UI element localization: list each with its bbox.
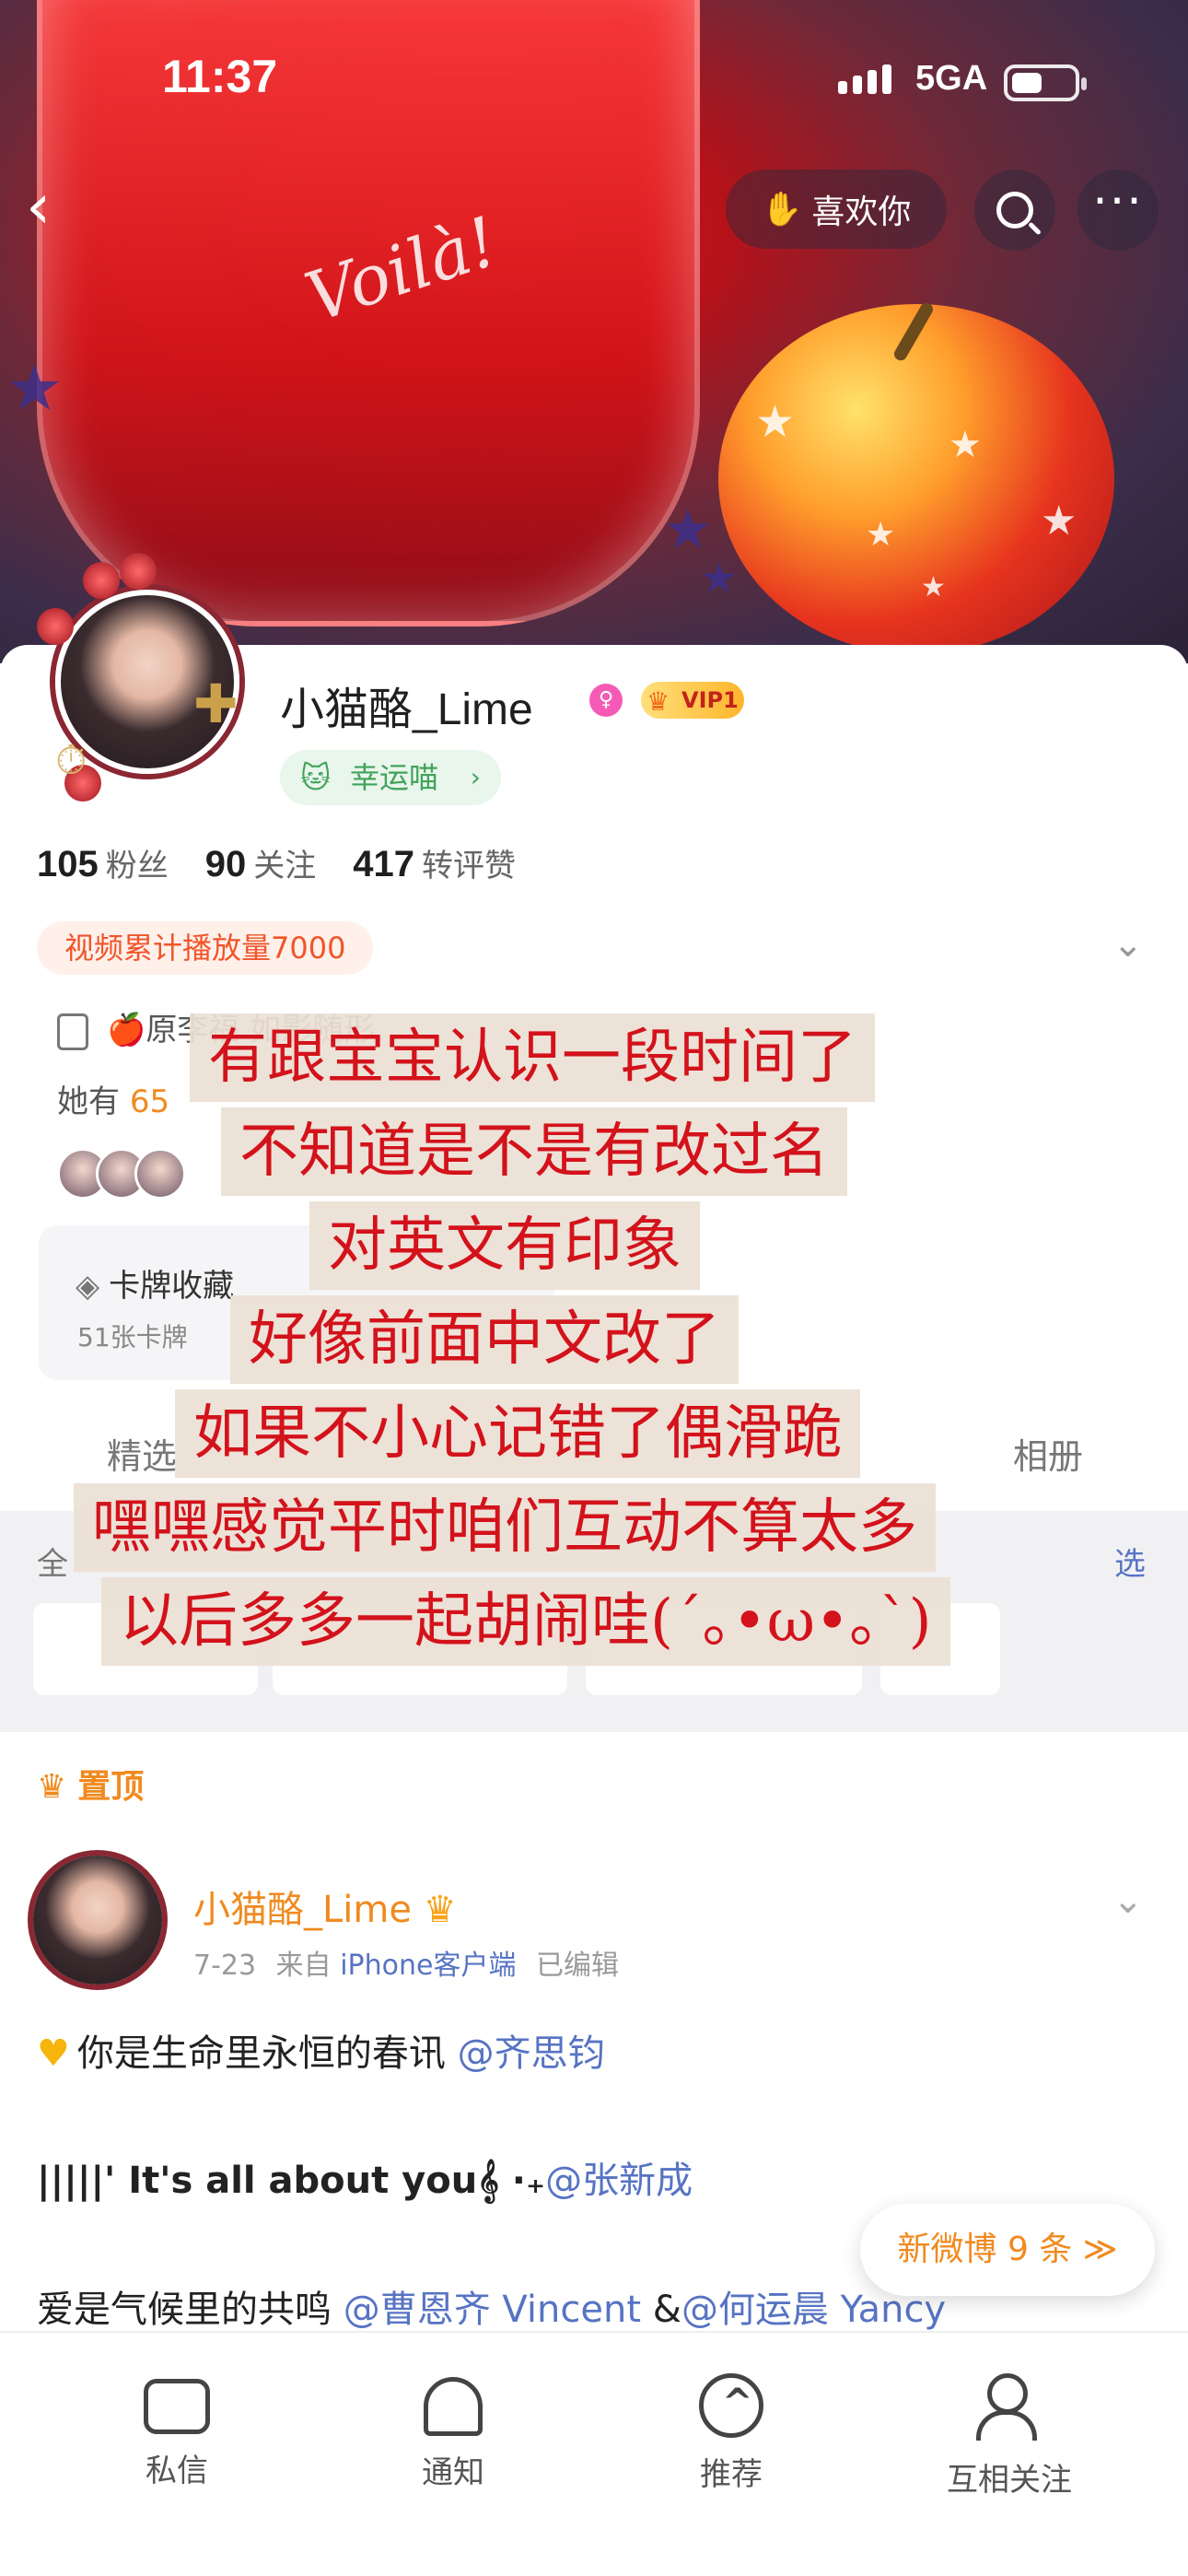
stat-number: 417 [353, 844, 414, 884]
pocket-watch-icon: ⏱ [55, 737, 87, 784]
cross-decoration: ✚ [193, 673, 239, 735]
nav-label: 推荐 [700, 2456, 763, 2493]
post-meta: 7-23 来自 iPhone客户端 已编辑 [193, 1942, 619, 1983]
stat-label: 粉丝 [105, 848, 169, 884]
post-line: ♥ 你是生命里永恒的春讯 @齐思钧 [37, 2023, 605, 2077]
cover-apple [718, 304, 1114, 654]
mention-link[interactable]: @张新成 [545, 2160, 693, 2202]
signal-icon [838, 64, 891, 94]
more-dots-icon: ··· [1092, 174, 1144, 229]
recommend-icon [699, 2373, 763, 2438]
vip-badge[interactable]: ♛ VIP1 [641, 682, 744, 719]
note-line: 不知道是不是有改过名 [221, 1107, 847, 1196]
message-icon [144, 2379, 210, 2434]
nav-notifications[interactable]: 通知 [361, 2370, 545, 2492]
note-line: 如果不小心记错了偶滑跪 [175, 1389, 860, 1478]
stat-label: 转评赞 [422, 848, 516, 884]
like-you-label: 喜欢你 [811, 193, 912, 231]
status-bar: 11:37 5GA [0, 0, 1188, 157]
nav-label: 互相关注 [947, 2462, 1072, 2499]
nav-label: 通知 [422, 2454, 484, 2491]
hand-heart-icon: ✋ [761, 191, 803, 228]
battery-icon [1004, 64, 1087, 101]
star-decoration: ★ [866, 516, 896, 554]
post-line: |||||' It's all about you𝄞 ·₊@张新成 [37, 2150, 693, 2204]
pinned-label: 置顶 [37, 1760, 144, 1808]
post-text: |||||' It's all about you𝄞 ·₊ [37, 2160, 546, 2202]
chevron-right-icon: › [470, 762, 481, 792]
search-button[interactable] [974, 170, 1055, 251]
stat-label: 关注 [253, 848, 317, 884]
search-icon [996, 192, 1033, 228]
yellow-heart-icon: ♥ [37, 2032, 70, 2075]
crown-icon: ♛ [646, 686, 670, 717]
video-views-badge[interactable]: 视频累计播放量7000 [37, 921, 374, 975]
star-decoration: ★ [700, 553, 739, 603]
lucky-label: 幸运喵 [350, 760, 439, 795]
like-you-button[interactable]: ✋ 喜欢你 [726, 170, 947, 249]
note-line: 好像前面中文改了 [230, 1295, 739, 1384]
post-text: & [641, 2289, 681, 2331]
post-avatar[interactable] [33, 1856, 162, 1985]
lucky-cat-tag[interactable]: 🐱 幸运喵 › [280, 750, 501, 805]
stat-followers[interactable]: 105 粉丝 [37, 840, 169, 885]
post-date: 7-23 [193, 1950, 257, 1982]
post-text: 爱是气候里的共鸣 [37, 2289, 332, 2331]
star-decoration: ★ [1041, 498, 1077, 544]
post-text: 你是生命里永恒的春讯 [76, 2032, 446, 2075]
female-icon: ♀ [589, 684, 623, 717]
nav-messages[interactable]: 私信 [85, 2370, 269, 2490]
post-source[interactable]: iPhone客户端 [340, 1950, 516, 1982]
post-author[interactable]: 小猫酪_Lime ♛ [193, 1879, 457, 1933]
nav-label: 私信 [146, 2453, 208, 2489]
note-line: 对英文有印象 [309, 1201, 700, 1290]
chevron-down-icon[interactable]: ⌄ [1112, 923, 1144, 966]
crown-icon: ♛ [423, 1889, 457, 1931]
stat-number: 90 [204, 844, 247, 884]
filter-all[interactable]: 全 [37, 1539, 68, 1584]
note-line: 以后多多一起胡闹哇(´｡•ω•｡`) [101, 1577, 950, 1666]
note-line: 有跟宝宝认识一段时间了 [190, 1013, 875, 1102]
post-author-name: 小猫酪_Lime [193, 1889, 412, 1931]
nav-recommend[interactable]: 推荐 [639, 2370, 823, 2494]
network-label: 5GA [915, 59, 988, 98]
note-sticker: 有跟宝宝认识一段时间了 不知道是不是有改过名 对英文有印象 好像前面中文改了 如… [74, 1013, 1133, 1677]
post-edited: 已编辑 [536, 1950, 619, 1982]
vip-label: VIP1 [681, 687, 739, 713]
stat-reposts[interactable]: 417 转评赞 [353, 840, 516, 885]
back-button[interactable]: ‹ [26, 175, 81, 240]
status-time: 11:37 [162, 51, 278, 102]
chevron-down-icon[interactable]: ⌄ [1112, 1879, 1144, 1922]
note-line: 嘿嘿感觉平时咱们互动不算太多 [74, 1483, 936, 1572]
star-decoration: ★ [6, 350, 64, 426]
mention-link[interactable]: @曹恩齐 Vincent [344, 2289, 641, 2331]
stat-number: 105 [37, 844, 99, 884]
mutual-follow-icon [973, 2370, 1046, 2443]
profile-name: 小猫酪_Lime [280, 685, 533, 734]
cat-icon: 🐱 [300, 760, 332, 795]
rose-decoration [120, 553, 157, 590]
star-decoration: ★ [755, 396, 796, 448]
star-decoration: ★ [949, 424, 982, 466]
avatar-frame[interactable]: ✚ ⏱ [28, 553, 258, 811]
post-from: 来自 [275, 1950, 332, 1982]
rose-decoration [37, 608, 74, 645]
mention-link[interactable]: @齐思钧 [458, 2032, 605, 2075]
chevron-left-icon: ‹ [26, 170, 52, 243]
post-line: 爱是气候里的共鸣 @曹恩齐 Vincent &@何运晨 Yancy [37, 2279, 946, 2333]
stat-following[interactable]: 90 关注 [205, 840, 317, 885]
nav-mutual-follow[interactable]: 互相关注 [917, 2370, 1101, 2500]
star-decoration: ★ [921, 571, 946, 603]
more-button[interactable]: ··· [1077, 170, 1159, 251]
rose-decoration [83, 562, 120, 599]
bell-icon [424, 2377, 483, 2436]
bottom-nav: 私信 通知 推荐 互相关注 [0, 2331, 1188, 2576]
new-posts-button[interactable]: 新微博 9 条 ≫ [860, 2204, 1155, 2296]
profile-stats: 105 粉丝 90 关注 417 转评赞 [37, 840, 516, 885]
